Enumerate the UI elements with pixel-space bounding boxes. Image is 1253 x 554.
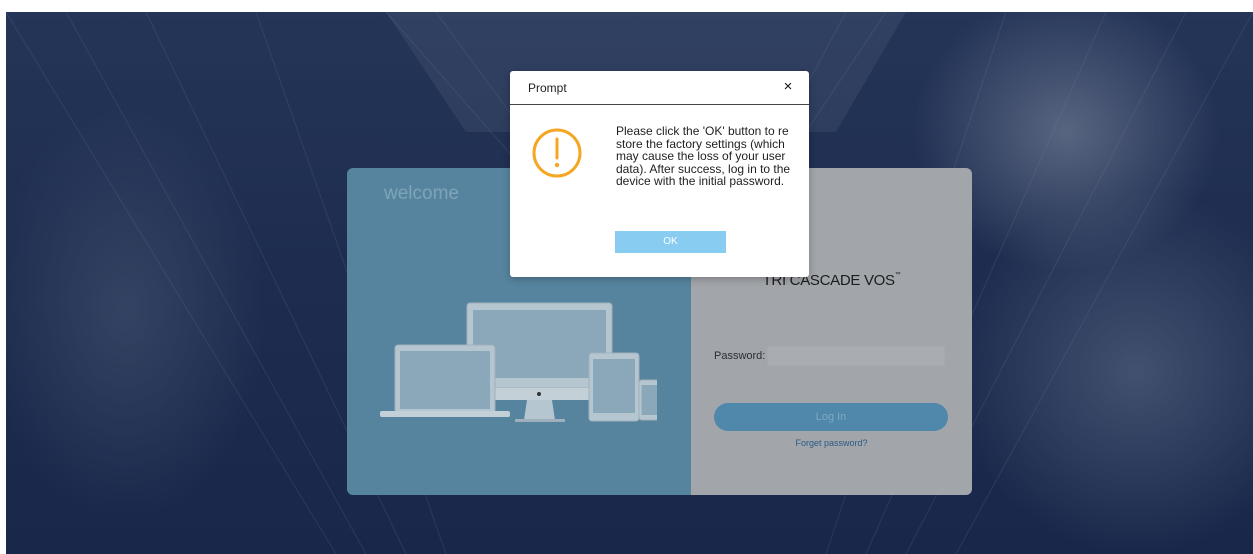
login-button[interactable]: Log In — [714, 403, 948, 431]
forget-password-link[interactable]: Forget password? — [691, 438, 972, 448]
ok-button[interactable]: OK — [615, 231, 726, 253]
dialog-header: Prompt × — [510, 71, 809, 105]
password-input[interactable] — [767, 346, 945, 366]
warning-icon — [532, 128, 582, 178]
dialog-title: Prompt — [528, 81, 567, 95]
welcome-text: welcome — [384, 183, 459, 204]
close-icon[interactable]: × — [781, 79, 795, 94]
dialog-message: Please click the 'OK' button to restore … — [616, 124, 791, 188]
prompt-dialog: Prompt × Please click the 'OK' button to… — [510, 71, 809, 277]
devices-illustration — [380, 302, 657, 422]
trademark-mark: ™ — [894, 272, 901, 278]
password-label: Password: — [714, 350, 766, 362]
